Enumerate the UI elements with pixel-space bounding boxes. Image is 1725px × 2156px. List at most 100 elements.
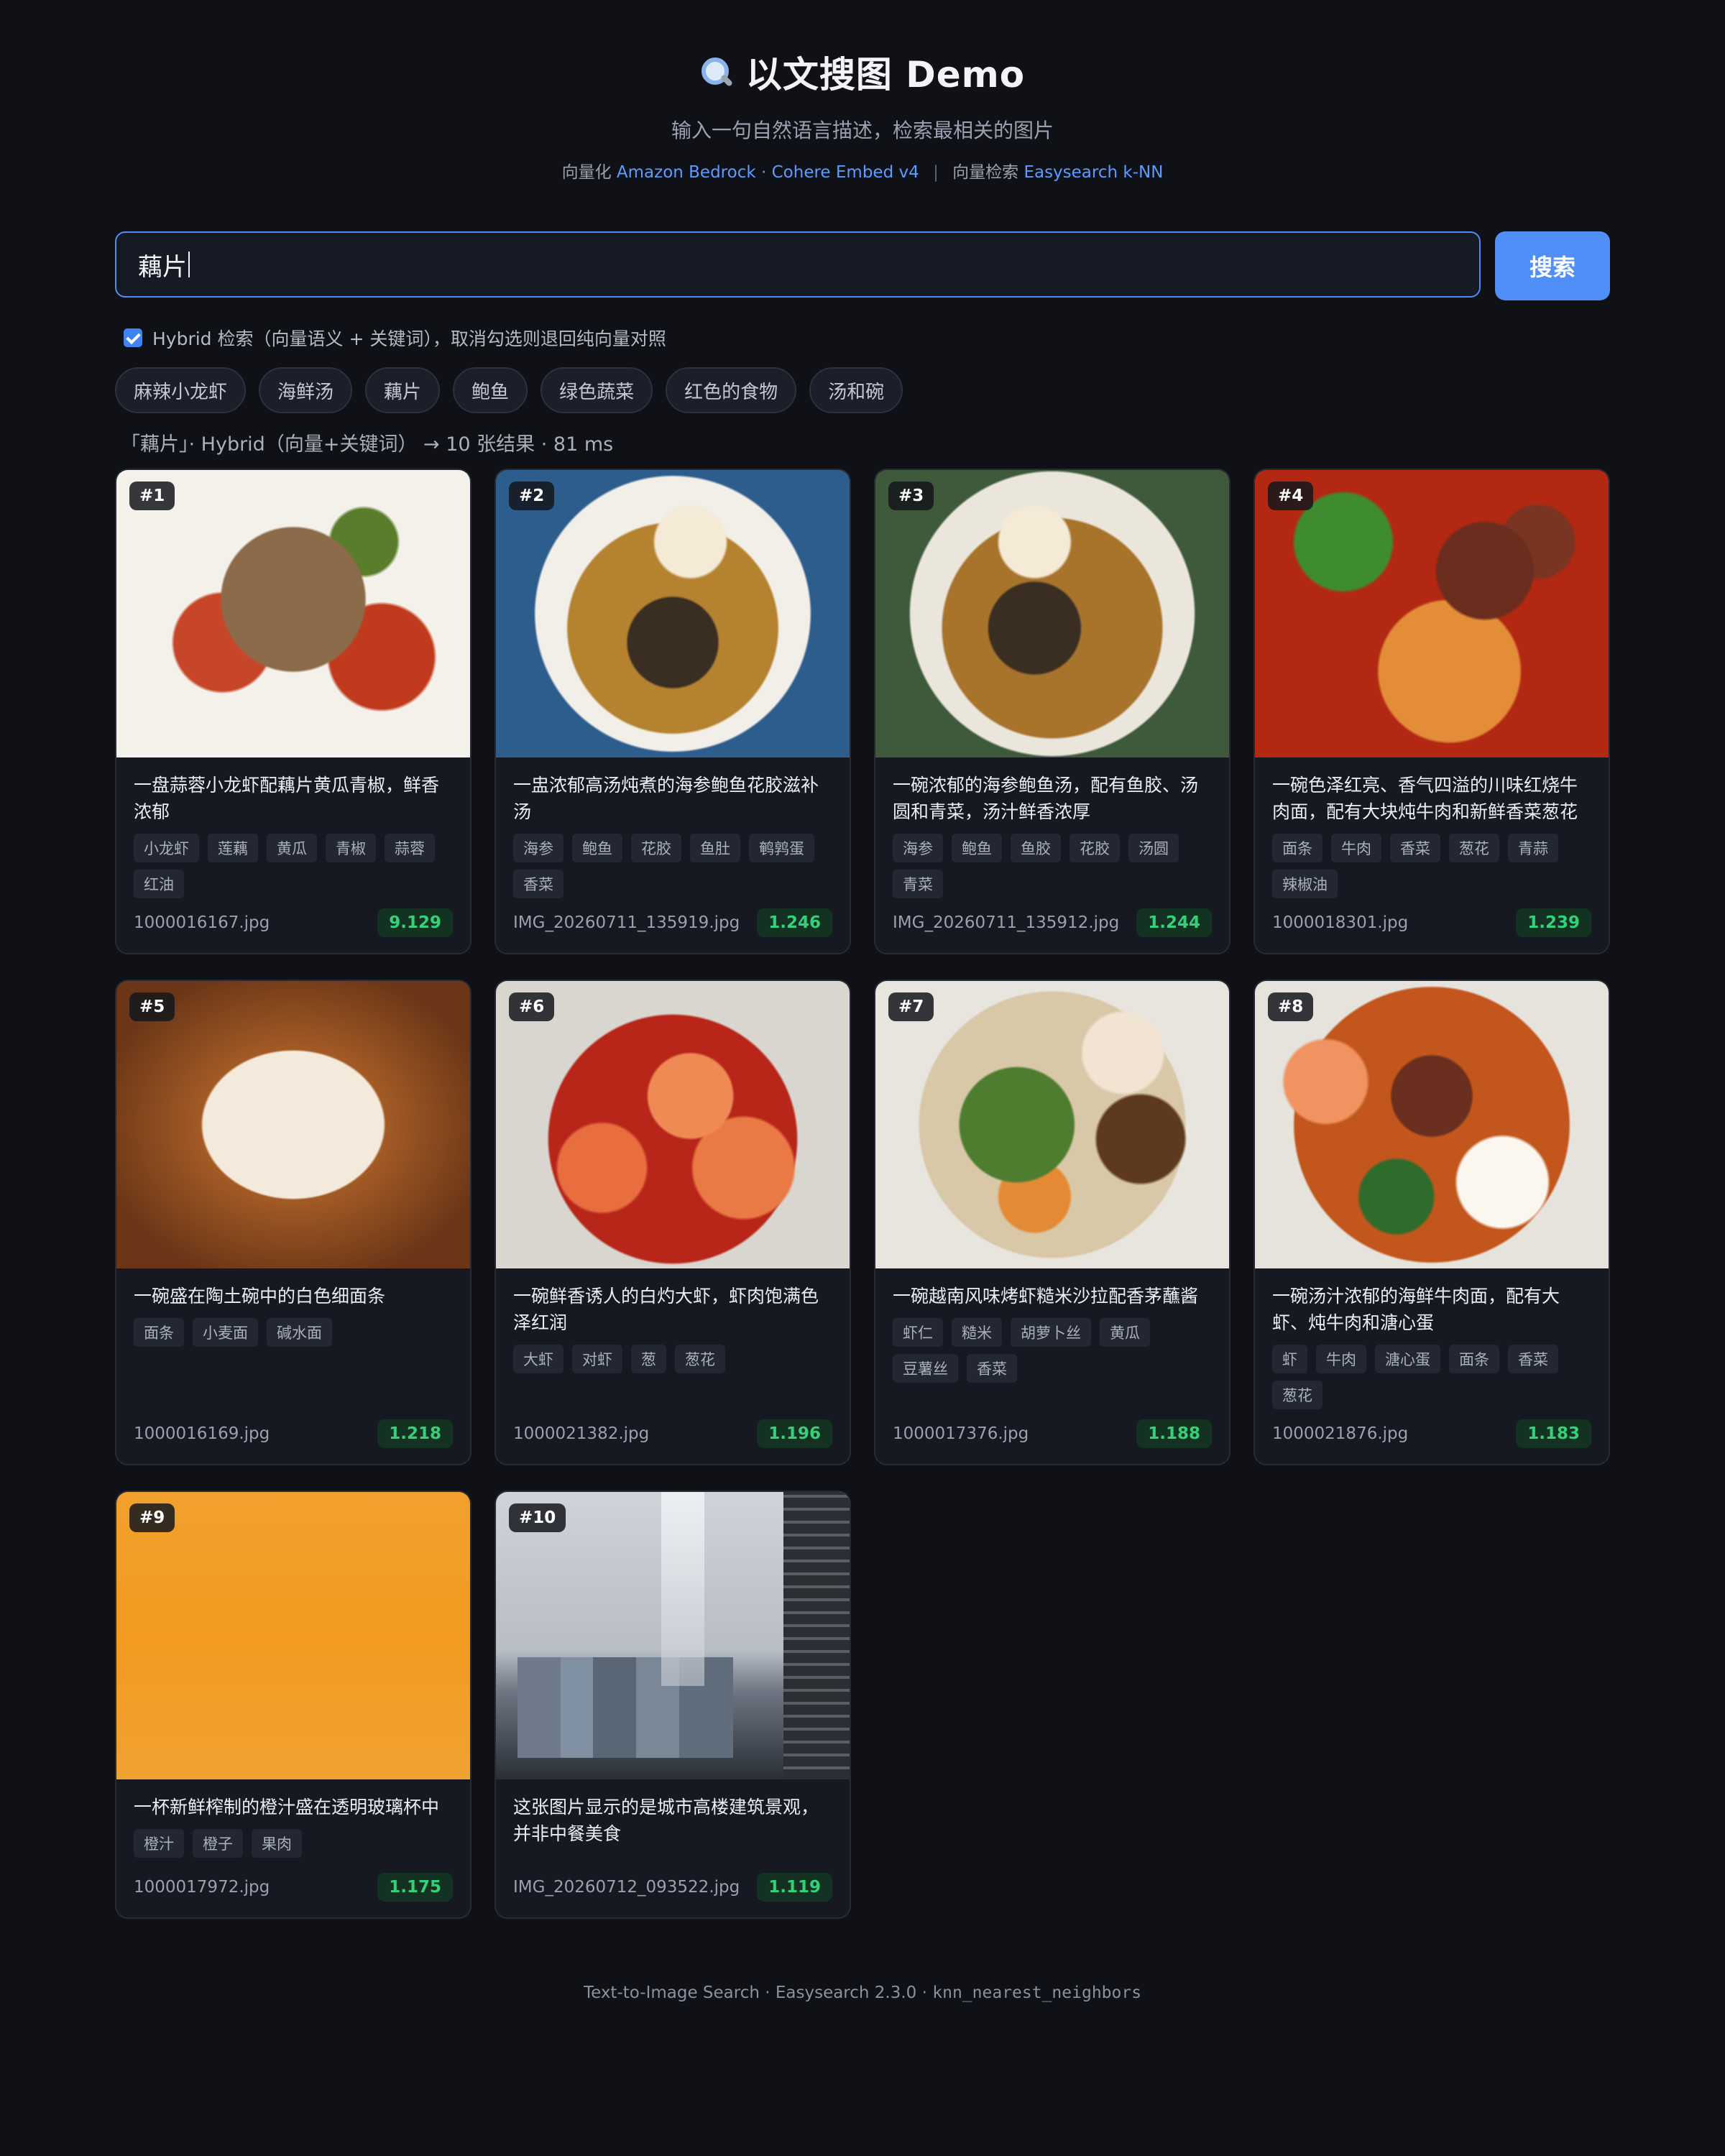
tag: 鲍鱼 (952, 834, 1002, 862)
tag: 橙子 (193, 1829, 243, 1858)
result-caption: 一杯新鲜榨制的橙汁盛在透明玻璃杯中 (134, 1797, 440, 1818)
file-name: 1000018301.jpg (1272, 913, 1409, 932)
score-badge: 1.218 (377, 1419, 453, 1448)
suggestion-chip[interactable]: 海鲜汤 (259, 367, 353, 413)
result-card[interactable]: #3 一碗浓郁的海参鲍鱼汤，配有鱼胶、汤圆和青菜，汤汁鲜香浓厚 海参 鲍鱼 鱼胶 花胶 汤圆… (874, 469, 1230, 954)
tag: 黄瓜 (1100, 1318, 1150, 1347)
credits-separator: | (933, 163, 939, 182)
page-title: 以文搜图 Demo (700, 46, 1025, 98)
result-image[interactable]: #10 (496, 1492, 850, 1779)
credits-line: 向量化 Amazon Bedrock · Cohere Embed v4 | 向… (0, 158, 1725, 183)
card-footer: 1000021382.jpg 1.196 (513, 1419, 832, 1448)
tag: 鲍鱼 (572, 834, 622, 862)
tag: 青椒 (326, 834, 376, 862)
tag: 葱花 (675, 1345, 725, 1373)
result-card[interactable]: #2 一盅浓郁高汤炖煮的海参鲍鱼花胶滋补汤 海参 鲍鱼 花胶 鱼肚 鹌鹑蛋 香菜 IMG_202… (494, 469, 851, 954)
tag: 面条 (1449, 1345, 1499, 1373)
suggestion-chip[interactable]: 麻辣小龙虾 (115, 367, 247, 413)
magnifier-icon (700, 56, 732, 88)
card-footer: 1000021876.jpg 1.183 (1272, 1419, 1591, 1448)
tag: 胡萝卜丝 (1011, 1318, 1091, 1347)
rank-badge: #8 (1268, 992, 1314, 1021)
score-badge: 1.246 (757, 908, 832, 937)
tag-list: 面条 牛肉 香菜 葱花 青蒜 辣椒油 (1272, 834, 1591, 898)
tag-list: 橙汁 橙子 果肉 (134, 1829, 453, 1858)
card-footer: IMG_20260712_093522.jpg 1.119 (513, 1873, 832, 1902)
result-image[interactable]: #8 (1255, 981, 1609, 1268)
hybrid-toggle[interactable]: Hybrid 检索（向量语义 + 关键词），取消勾选则退回纯向量对照 (124, 325, 666, 351)
result-image[interactable]: #2 (496, 470, 850, 757)
suggestion-chip[interactable]: 红色的食物 (666, 367, 797, 413)
suggestion-chip[interactable]: 绿色蔬菜 (540, 367, 653, 413)
file-name: IMG_20260711_135912.jpg (893, 913, 1120, 932)
result-image[interactable]: #7 (875, 981, 1229, 1268)
result-card[interactable]: #4 一碗色泽红亮、香气四溢的川味红烧牛肉面，配有大块炖牛肉和新鲜香菜葱花 面条 牛肉… (1254, 469, 1610, 954)
file-name: 1000021382.jpg (513, 1424, 650, 1443)
result-image[interactable]: #4 (1255, 470, 1609, 757)
tag: 鱼胶 (1011, 834, 1061, 862)
tag: 青菜 (893, 870, 943, 898)
page-title-text: 以文搜图 Demo (745, 54, 1026, 96)
result-card[interactable]: #5 一碗盛在陶土碗中的白色细面条 面条 小麦面 碱水面 1000016169.jpg 1.… (115, 980, 472, 1465)
suggestion-chip[interactable]: 藕片 (365, 367, 441, 413)
embed-model-link[interactable]: Cohere Embed v4 (772, 163, 919, 182)
search-prefix: 向量检索 (952, 163, 1019, 182)
result-card[interactable]: #9 一杯新鲜榨制的橙汁盛在透明玻璃杯中橙汁 橙子 果肉 1000017972.jpg 1… (115, 1491, 472, 1919)
tag-list: 大虾 对虾葱葱花 (513, 1345, 832, 1373)
tag: 辣椒油 (1272, 870, 1338, 898)
result-card[interactable]: #10 这张图片显示的是城市高楼建筑景观，并非中餐美食 IMG_20260712_0… (494, 1491, 851, 1919)
suggestion-chip[interactable]: 鲍鱼 (453, 367, 528, 413)
result-image[interactable]: #3 (875, 470, 1229, 757)
tag: 小麦面 (193, 1318, 258, 1347)
result-card[interactable]: #6 一碗鲜香诱人的白灼大虾，虾肉饱满色泽红润 大虾 对虾葱葱花 1000021382.… (494, 980, 851, 1465)
result-card[interactable]: #1 一盘蒜蓉小龙虾配藕片黄瓜青椒，鲜香浓郁 小龙虾 莲藕 黄瓜 青椒 蒜蓉 红油 100001… (115, 469, 472, 954)
result-card[interactable]: #7 一碗越南风味烤虾糙米沙拉配香茅蘸酱 虾仁 糙米 胡萝卜丝 黄瓜 豆薯丝 香菜 100001… (874, 980, 1230, 1465)
tag: 葱 (631, 1345, 666, 1373)
result-image[interactable]: #6 (496, 981, 850, 1268)
search-bar: 藕片 搜索 (115, 231, 1610, 300)
tag: 牛肉 (1316, 1345, 1366, 1373)
file-name: IMG_20260712_093522.jpg (513, 1878, 740, 1897)
result-image[interactable]: #5 (116, 981, 470, 1268)
search-engine-link[interactable]: Easysearch k-NN (1024, 163, 1163, 182)
credits-dot: · (761, 163, 767, 182)
result-card[interactable]: #8 一碗汤汁浓郁的海鲜牛肉面，配有大虾、炖牛肉和溏心蛋虾牛肉 溏心蛋 面条 香菜 葱花 1… (1254, 980, 1610, 1465)
file-name: 1000017972.jpg (134, 1878, 270, 1897)
rank-badge: #7 (888, 992, 934, 1021)
tag: 虾仁 (893, 1318, 943, 1347)
score-badge: 1.175 (377, 1873, 453, 1902)
result-image[interactable]: #9 (116, 1492, 470, 1779)
suggestion-chip[interactable]: 汤和碗 (809, 367, 903, 413)
search-button[interactable]: 搜索 (1495, 231, 1610, 300)
result-image[interactable]: #1 (116, 470, 470, 757)
rank-badge: #10 (509, 1503, 566, 1532)
rank-badge: #4 (1268, 482, 1314, 510)
tag: 海参 (893, 834, 943, 862)
rank-badge: #6 (509, 992, 555, 1021)
card-footer: 1000017376.jpg 1.188 (893, 1419, 1212, 1448)
tag: 溏心蛋 (1375, 1345, 1440, 1373)
score-badge: 1.244 (1136, 908, 1212, 937)
file-name: 1000017376.jpg (893, 1424, 1029, 1443)
hybrid-checkbox[interactable] (124, 328, 142, 347)
tag: 小龙虾 (134, 834, 199, 862)
tag-list: 虾仁 糙米 胡萝卜丝 黄瓜 豆薯丝 香菜 (893, 1318, 1212, 1383)
card-footer: 1000018301.jpg 1.239 (1272, 908, 1591, 937)
footer: Text-to-Image Search · Easysearch 2.3.0 … (0, 1984, 1725, 2002)
tag-list: 小龙虾 莲藕 黄瓜 青椒 蒜蓉 红油 (134, 834, 453, 898)
search-input[interactable]: 藕片 (115, 231, 1481, 298)
card-body: 一碗鲜香诱人的白灼大虾，虾肉饱满色泽红润 大虾 对虾葱葱花 1000021382.jp… (496, 1268, 850, 1464)
embed-provider-link[interactable]: Amazon Bedrock (617, 163, 756, 182)
text-caret (188, 252, 190, 277)
tag: 碱水面 (267, 1318, 332, 1347)
tag: 大虾 (513, 1345, 564, 1373)
tag: 蒜蓉 (385, 834, 435, 862)
footer-mono-text: knn_nearest_neighbors (932, 1984, 1142, 2002)
file-name: IMG_20260711_135919.jpg (513, 913, 740, 932)
